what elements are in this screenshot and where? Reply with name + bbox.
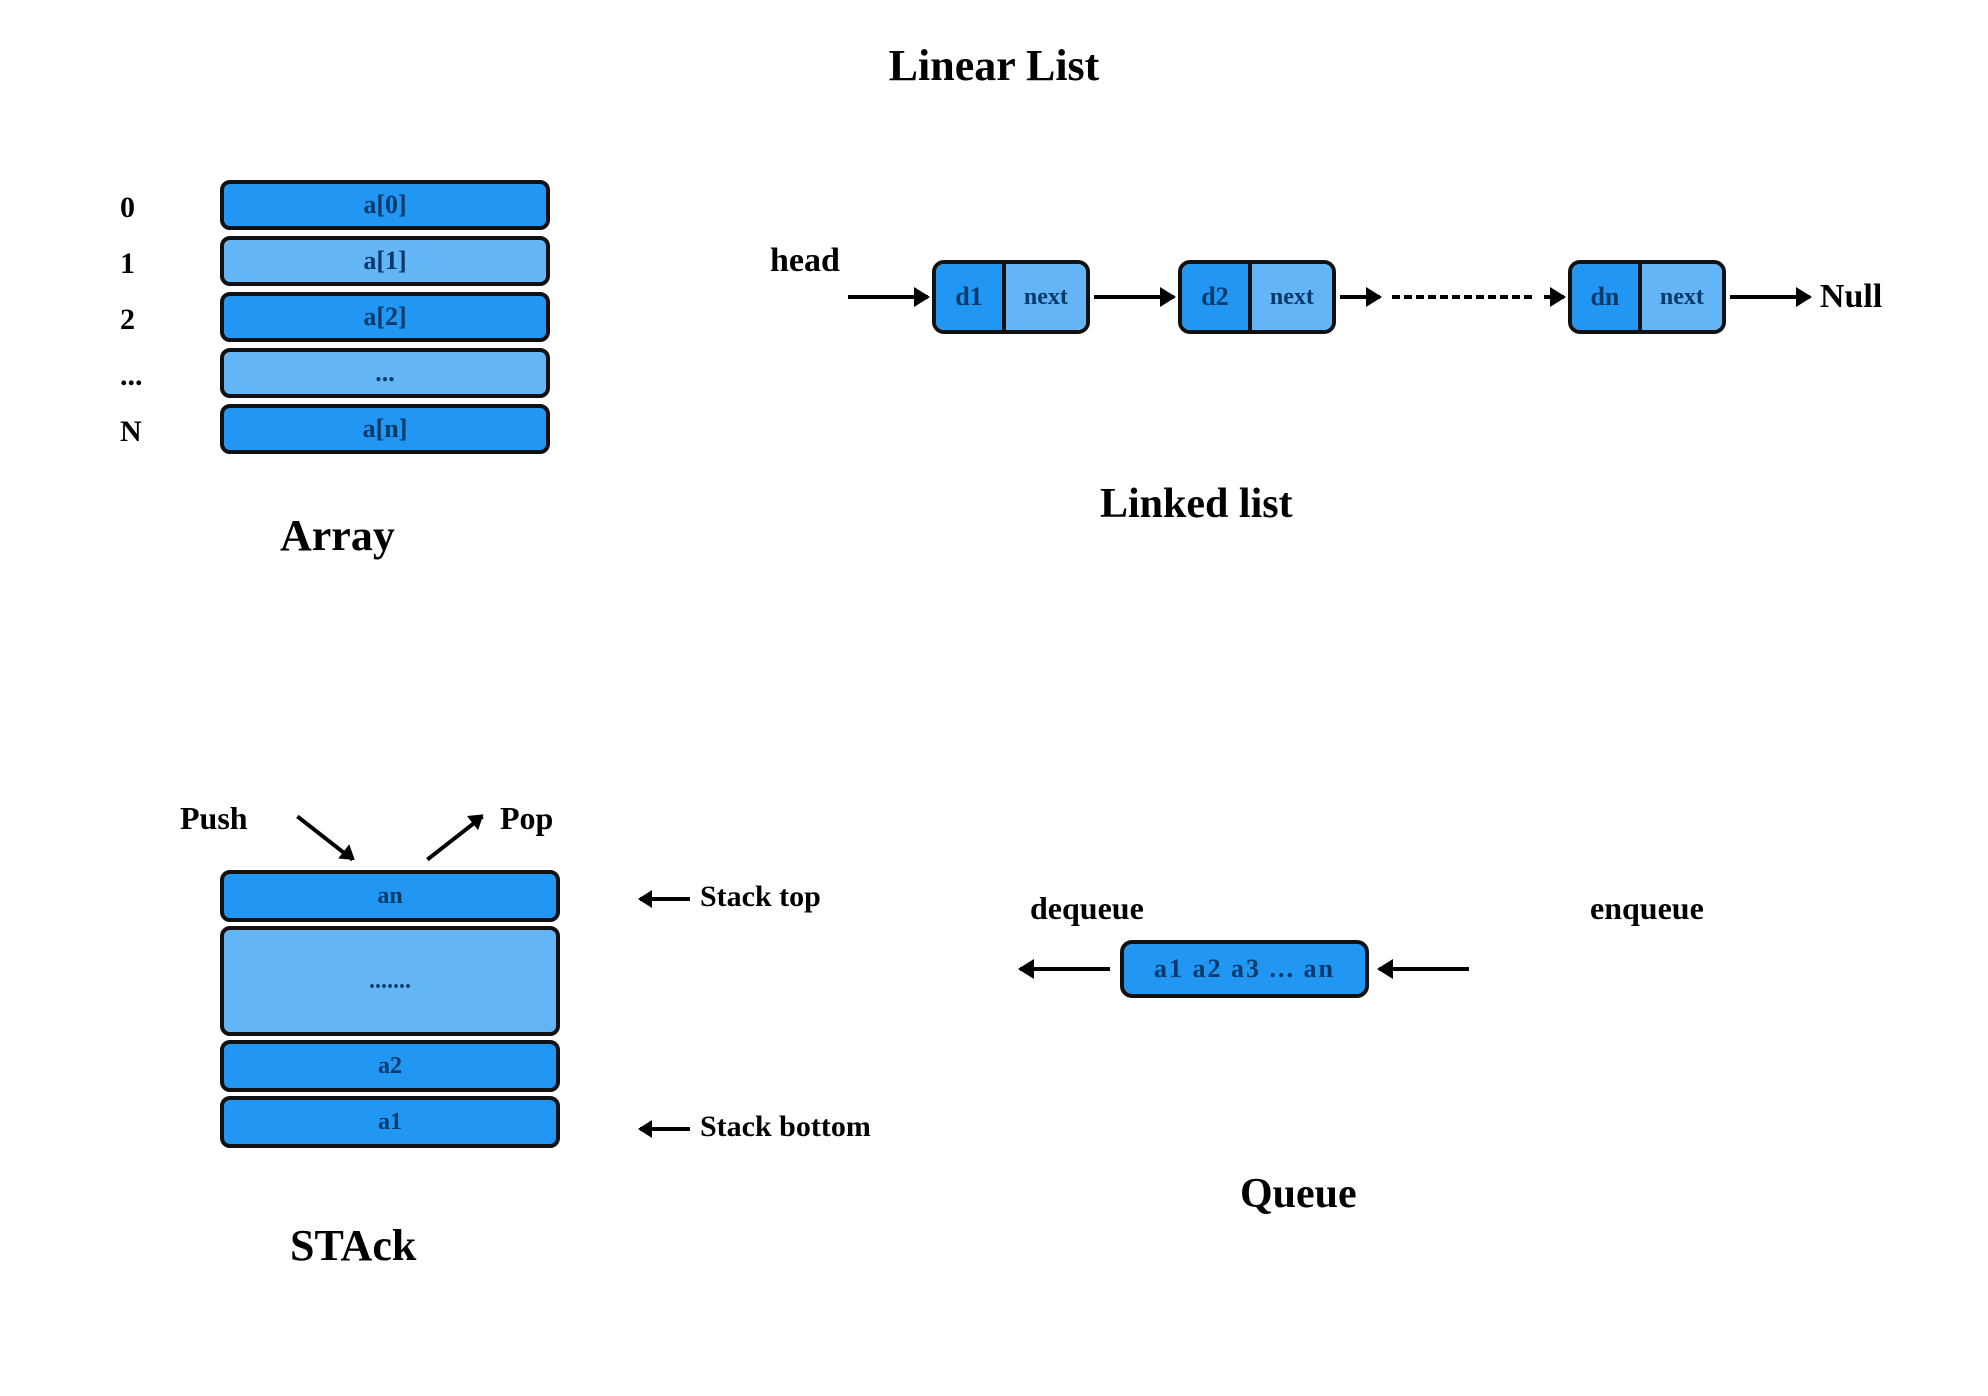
linked-list-node-n: dn next bbox=[1568, 260, 1726, 334]
arrow-icon bbox=[1340, 295, 1380, 299]
stack-cell-top: an bbox=[220, 870, 560, 922]
stack-pop-label: Pop bbox=[500, 800, 553, 837]
array-cell-0: a[0] bbox=[220, 180, 550, 230]
main-title: Linear List bbox=[0, 40, 1988, 91]
array-cell-1: a[1] bbox=[220, 236, 550, 286]
node-data: dn bbox=[1572, 264, 1642, 330]
pop-arrow-icon bbox=[426, 815, 484, 861]
array-index-n: N bbox=[120, 415, 220, 449]
linked-list-head-label: head bbox=[770, 242, 840, 280]
array-index-0: 0 bbox=[120, 191, 220, 225]
queue-diagram: a1 a2 a3 ... an bbox=[1020, 940, 1469, 998]
array-cell-ellipsis: ... bbox=[220, 348, 550, 398]
stack-label: STAck bbox=[290, 1220, 416, 1271]
arrow-icon bbox=[1094, 295, 1174, 299]
dequeue-arrow-icon bbox=[1020, 967, 1110, 971]
queue-box: a1 a2 a3 ... an bbox=[1120, 940, 1369, 998]
stack-cell-a1: a1 bbox=[220, 1096, 560, 1148]
array-cell-n: a[n] bbox=[220, 404, 550, 454]
left-arrow-icon bbox=[640, 897, 690, 901]
array-index-ellipsis: ... bbox=[120, 359, 220, 393]
stack-cell-mid: ....... bbox=[220, 926, 560, 1036]
node-next: next bbox=[1252, 264, 1332, 330]
arrow-icon bbox=[1544, 295, 1564, 299]
left-arrow-icon bbox=[640, 1127, 690, 1131]
stack-bottom-label: Stack bottom bbox=[640, 1110, 871, 1144]
array-cell-2: a[2] bbox=[220, 292, 550, 342]
queue-enqueue-label: enqueue bbox=[1590, 890, 1704, 927]
queue-label: Queue bbox=[1240, 1170, 1357, 1218]
linked-list-diagram: head d1 next d2 next dn next Null bbox=[770, 260, 1882, 334]
linked-list-label: Linked list bbox=[1100, 480, 1293, 528]
linked-list-null-label: Null bbox=[1820, 278, 1882, 316]
stack-push-label: Push bbox=[180, 800, 248, 837]
linked-list-node-1: d1 next bbox=[932, 260, 1090, 334]
array-label: Array bbox=[280, 510, 395, 561]
stack-diagram: an ....... a2 a1 bbox=[220, 870, 560, 1152]
array-diagram: 0 a[0] 1 a[1] 2 a[2] ... ... N a[n] bbox=[120, 180, 550, 460]
linked-list-node-2: d2 next bbox=[1178, 260, 1336, 334]
stack-cell-a2: a2 bbox=[220, 1040, 560, 1092]
queue-dequeue-label: dequeue bbox=[1030, 890, 1144, 927]
array-index-1: 1 bbox=[120, 247, 220, 281]
push-arrow-icon bbox=[296, 815, 354, 861]
node-next: next bbox=[1006, 264, 1086, 330]
node-next: next bbox=[1642, 264, 1722, 330]
node-data: d1 bbox=[936, 264, 1006, 330]
dashed-line-icon bbox=[1392, 295, 1532, 299]
stack-top-label: Stack top bbox=[640, 880, 821, 914]
array-index-2: 2 bbox=[120, 303, 220, 337]
arrow-icon bbox=[848, 295, 928, 299]
node-data: d2 bbox=[1182, 264, 1252, 330]
enqueue-arrow-icon bbox=[1379, 967, 1469, 971]
arrow-icon bbox=[1730, 295, 1810, 299]
